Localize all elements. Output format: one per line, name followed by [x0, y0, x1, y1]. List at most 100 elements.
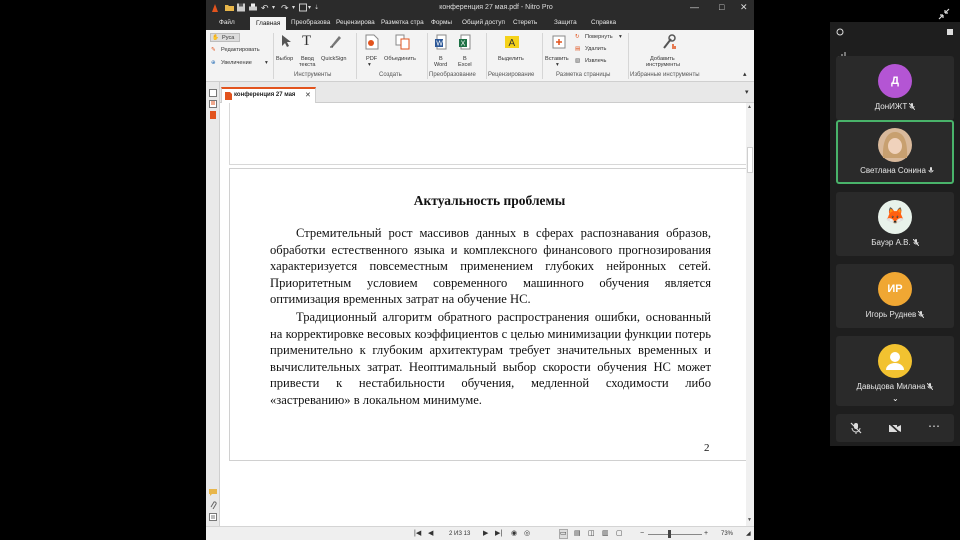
redo-icon[interactable]: ↷ [281, 3, 289, 13]
collapse-panel-icon[interactable] [937, 7, 951, 21]
participant-tile[interactable]: ИР Игорь Руднев [836, 264, 954, 328]
redo-dropdown-icon[interactable]: ▾ [292, 3, 295, 13]
svg-text:W: W [436, 41, 443, 48]
first-page-button[interactable]: |◀ [414, 530, 421, 538]
convert-group-label: Преобразование [429, 72, 476, 78]
pdf-page: Актуальность проблемы Стремительный рост… [229, 168, 750, 461]
stop-share-icon[interactable] [946, 28, 954, 36]
participant-name: Бауэр А.В. [871, 238, 911, 247]
forward-view-icon[interactable]: ◎ [524, 530, 530, 538]
participant-tile-speaking[interactable]: Светлана Сонина [836, 120, 954, 184]
zoom-slider-track[interactable] [648, 534, 702, 535]
zoom-out-button[interactable]: − [640, 530, 644, 538]
extract-pages-button[interactable]: ▧ Извлечь [575, 57, 615, 66]
tab-page-layout[interactable]: Разметка стра [381, 19, 424, 26]
last-page-button[interactable]: ▶| [495, 530, 502, 538]
previous-page [229, 103, 750, 165]
facing-continuous-icon[interactable]: ▥ [602, 530, 609, 538]
zoom-in-button[interactable]: + [704, 530, 708, 538]
back-view-icon[interactable]: ◉ [511, 530, 517, 538]
word-icon: W [435, 34, 447, 50]
tab-erase[interactable]: Стереть [513, 19, 537, 26]
undo-dropdown-icon[interactable]: ▾ [272, 3, 275, 13]
chevron-down-icon: ▾ [368, 62, 371, 68]
tab-review[interactable]: Рецензирова [336, 19, 375, 26]
comments-panel-icon[interactable] [209, 489, 217, 496]
avatar [878, 344, 912, 378]
left-navigation-panel [206, 82, 220, 526]
output-panel-icon[interactable] [209, 513, 217, 521]
qa-dropdown-icon[interactable]: ▾ [308, 3, 311, 13]
zoom-level[interactable]: 73% [721, 530, 733, 538]
customize-qa-icon[interactable]: ⇣ [314, 3, 319, 13]
to-word-button[interactable]: W В Word [432, 34, 452, 70]
document-tab[interactable]: конференция 27 мая ✕ [221, 87, 316, 103]
resize-grip-icon: ◢ [746, 531, 751, 537]
select-tool-icon[interactable] [299, 3, 307, 12]
mute-mic-button[interactable] [850, 422, 862, 434]
scroll-up-icon[interactable]: ▲ [747, 104, 752, 110]
next-page-button[interactable]: ▶ [483, 530, 488, 538]
tools-group-label: Инструменты [294, 72, 332, 78]
continuous-view-icon[interactable]: ▤ [574, 530, 581, 538]
insert-pages-button[interactable]: Вставить ▾ [545, 34, 573, 70]
participant-tile[interactable]: Давыдова Милана ⌄ [836, 336, 954, 406]
attachments-panel-icon[interactable] [209, 111, 217, 119]
scroll-thumb[interactable] [747, 147, 753, 173]
avatar: Д [878, 64, 912, 98]
participant-tile[interactable]: 🦊 Бауэр А.В. [836, 192, 954, 256]
previous-page-button[interactable]: ◀ [428, 530, 433, 538]
tab-convert[interactable]: Преобразова [291, 19, 330, 26]
zoom-dropdown[interactable]: ⊕ Увеличение ▾ [210, 59, 272, 68]
collapse-ribbon-icon[interactable]: ▴ [743, 71, 747, 78]
hand-mode-button[interactable]: ✋ Руса [210, 33, 240, 42]
scroll-down-icon[interactable]: ▼ [747, 517, 752, 523]
tab-share[interactable]: Общий доступ [462, 19, 505, 26]
highlight-button[interactable]: A Выделить [496, 34, 528, 70]
rotate-button[interactable]: ↻ Повернуть ▾ [575, 33, 625, 42]
tab-help[interactable]: Справка [591, 19, 616, 26]
bookmarks-panel-icon[interactable] [209, 100, 217, 108]
tab-home[interactable]: Главная [250, 17, 287, 30]
minimize-button[interactable]: — [690, 2, 699, 12]
participant-tile[interactable]: Д ДонИЖТ [836, 56, 954, 120]
tab-file[interactable]: Файл [219, 19, 235, 26]
extract-page-icon: ▧ [575, 58, 581, 64]
tab-forms[interactable]: Формы [431, 19, 452, 26]
camera-off-button[interactable] [888, 422, 902, 434]
meeting-controls: ⋯ [836, 414, 954, 442]
to-excel-button[interactable]: X В Excel [456, 34, 476, 70]
type-text-button[interactable]: T Ввод текста [299, 34, 319, 70]
page-indicator[interactable]: 2 ИЗ 13 [449, 530, 470, 538]
ribbon-separator [542, 33, 543, 79]
create-pdf-button[interactable]: PDF ▾ [361, 34, 383, 70]
zoom-slider-thumb[interactable] [668, 530, 671, 538]
vertical-scrollbar[interactable]: ▲ ▼ [746, 103, 754, 526]
fullscreen-icon[interactable]: ▢ [616, 530, 623, 538]
participant-name: Игорь Руднев [865, 310, 917, 319]
more-options-icon[interactable]: ⋯ [928, 419, 941, 433]
tab-list-dropdown-icon[interactable]: ▾ [745, 88, 749, 96]
pages-panel-icon[interactable] [209, 89, 217, 97]
delete-pages-button[interactable]: ▤ Удалить [575, 45, 615, 54]
edit-mode-button[interactable]: ✎ Редактировать [210, 46, 272, 55]
undo-icon[interactable]: ↶ [261, 3, 269, 13]
combine-button[interactable]: Объединить [384, 34, 422, 70]
tab-protect[interactable]: Защита [554, 19, 577, 26]
attachment-clip-icon[interactable] [209, 501, 217, 509]
scroll-down-chevron-icon[interactable]: ⌄ [892, 394, 899, 403]
close-tab-button[interactable]: ✕ [305, 91, 311, 99]
quicksign-button[interactable]: QuickSign [321, 34, 351, 70]
paragraph-1: Стремительный рост массивов данных в сфе… [270, 226, 711, 307]
save-icon[interactable] [237, 3, 245, 12]
select-button[interactable]: Выбор [276, 34, 296, 70]
document-canvas[interactable]: Актуальность проблемы Стремительный рост… [220, 103, 750, 526]
maximize-button[interactable]: □ [719, 2, 724, 12]
facing-view-icon[interactable]: ◫ [588, 530, 595, 538]
open-folder-icon[interactable] [225, 3, 234, 12]
close-window-button[interactable]: ✕ [740, 2, 748, 13]
print-icon[interactable] [249, 3, 257, 12]
magnifier-icon: ⊕ [211, 60, 216, 66]
single-page-view-icon[interactable]: ▭ [559, 529, 568, 539]
add-tools-button[interactable]: Добавить инструменты [646, 34, 690, 70]
